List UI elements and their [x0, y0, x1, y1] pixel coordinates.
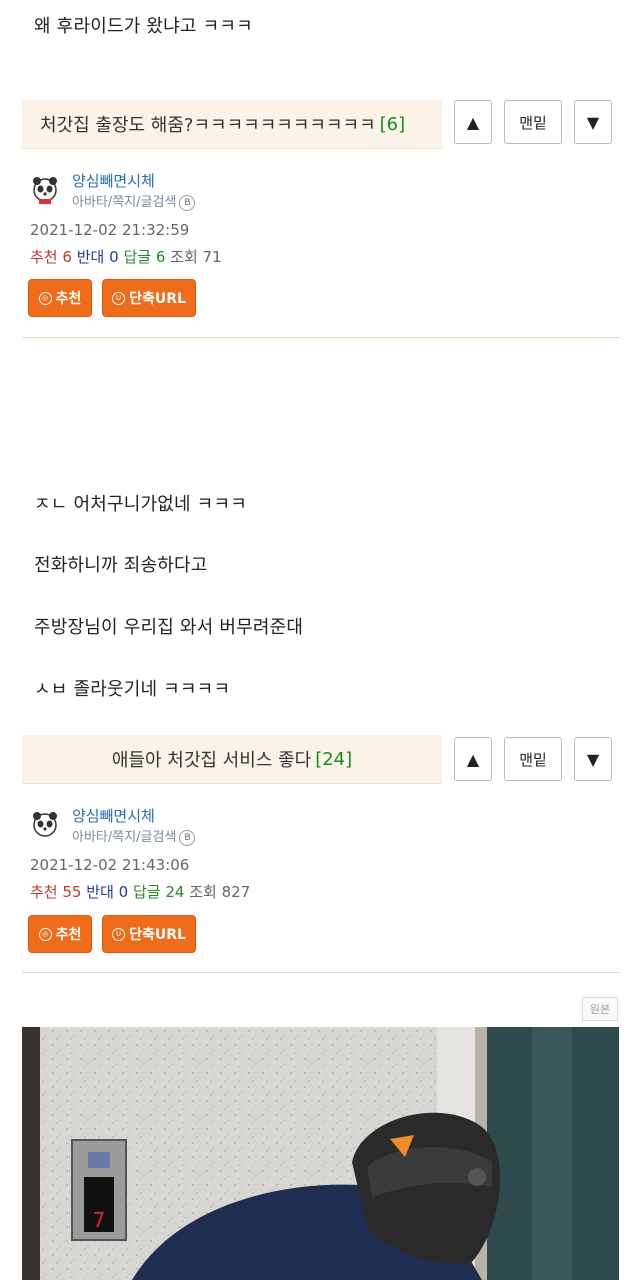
author-nickname[interactable]: 양심빼면시체 — [72, 170, 155, 191]
helmet-strap — [468, 1168, 486, 1186]
post-text-line: 전화하니까 죄송하다고 — [34, 555, 208, 576]
recommend-button[interactable]: ◎ 추천 — [28, 915, 92, 953]
post-date: 2021-12-02 21:43:06 — [30, 856, 190, 874]
recommend-icon: ◎ — [38, 291, 52, 305]
down-arrow-icon: ▼ — [586, 112, 600, 132]
view-label: 조회 — [189, 883, 217, 901]
recommend-label: 추천 — [30, 883, 58, 901]
reply-title-bar[interactable]: 처갓집 출장도 해줌?ㅋㅋㅋㅋㅋㅋㅋㅋㅋㅋㅋ [6] — [22, 100, 442, 149]
scroll-bottom-button[interactable]: 맨밑 — [504, 737, 562, 781]
short-url-button-label: 단축URL — [129, 927, 186, 943]
post-text-line: ㅈㄴ 어처구니가없네 ㅋㅋㅋ — [34, 494, 247, 515]
reply-count: [6] — [379, 113, 406, 135]
up-arrow-icon: ▲ — [466, 112, 480, 132]
recommend-button-label: 추천 — [55, 291, 82, 307]
panda-avatar-icon[interactable] — [30, 175, 60, 205]
short-url-button[interactable]: U 단축URL — [102, 279, 196, 317]
author-sublinks[interactable]: 아바타/쪽지/글검색 — [72, 830, 176, 845]
oppose-label: 반대 — [86, 883, 114, 901]
divider — [22, 337, 620, 338]
reply-label: 답글 — [132, 883, 161, 901]
post-text-line: 왜 후라이드가 왔냐고 ㅋㅋㅋ — [34, 16, 253, 37]
panda-avatar-icon[interactable] — [30, 810, 60, 840]
recommend-icon: ◎ — [38, 927, 52, 941]
short-url-button-label: 단축URL — [129, 291, 186, 307]
author-links: 아바타/쪽지/글검색 B — [72, 191, 196, 211]
left-shadow — [22, 1027, 40, 1280]
reply-title-bar[interactable]: 애들아 처갓집 서비스 좋다 [24] — [22, 735, 442, 784]
post-text-line: 주방장님이 우리집 와서 버무려준대 — [34, 617, 304, 638]
oppose-label: 반대 — [76, 248, 105, 266]
reply-count-stat: 24 — [165, 883, 185, 901]
reply-count-stat: 6 — [155, 248, 166, 266]
author-links: 아바타/쪽지/글검색 B — [72, 826, 196, 846]
scroll-up-button[interactable]: ▲ — [454, 100, 492, 144]
recommend-button-label: 추천 — [55, 927, 82, 943]
elevator-floor-digit: 7 — [93, 1208, 105, 1232]
view-label: 조회 — [170, 248, 198, 266]
recommend-button[interactable]: ◎ 추천 — [28, 279, 92, 317]
recommend-label: 추천 — [30, 248, 58, 266]
oppose-count: 0 — [118, 883, 129, 901]
view-count: 71 — [202, 248, 222, 266]
short-url-button[interactable]: U 단축URL — [102, 915, 196, 953]
glass-reflection — [532, 1027, 572, 1280]
level-badge-icon: B — [179, 194, 196, 211]
post-photo[interactable]: 7 — [22, 1027, 619, 1280]
author-sublinks[interactable]: 아바타/쪽지/글검색 — [72, 195, 176, 210]
original-image-button[interactable]: 원본 — [582, 997, 618, 1021]
url-icon: U — [112, 927, 126, 941]
up-arrow-icon: ▲ — [466, 749, 480, 769]
post-stats: 추천 55 반대 0 답글 24 조회 827 — [30, 881, 250, 902]
reply-title: 애들아 처갓집 서비스 좋다 — [111, 750, 312, 771]
reply-count: [24] — [315, 748, 353, 770]
recommend-count: 55 — [62, 883, 82, 901]
reply-title: 처갓집 출장도 해줌?ㅋㅋㅋㅋㅋㅋㅋㅋㅋㅋㅋ — [40, 115, 376, 136]
scroll-up-button[interactable]: ▲ — [454, 737, 492, 781]
post-date: 2021-12-02 21:32:59 — [30, 221, 190, 239]
author-nickname[interactable]: 양심빼면시체 — [72, 805, 155, 826]
scroll-down-button[interactable]: ▼ — [574, 100, 612, 144]
post-stats: 추천 6 반대 0 답글 6 조회 71 — [30, 246, 222, 267]
reply-label: 답글 — [123, 248, 152, 266]
post-text-line: ㅅㅂ 졸라웃기네 ㅋㅋㅋㅋ — [34, 679, 231, 700]
scroll-down-button[interactable]: ▼ — [574, 737, 612, 781]
down-arrow-icon: ▼ — [586, 749, 600, 769]
level-badge-icon: B — [179, 829, 196, 846]
scroll-bottom-button[interactable]: 맨밑 — [504, 100, 562, 144]
elevator-label — [88, 1152, 110, 1168]
view-count: 827 — [221, 883, 251, 901]
recommend-count: 6 — [62, 248, 72, 266]
url-icon: U — [112, 291, 126, 305]
divider — [22, 972, 620, 973]
oppose-count: 0 — [109, 248, 119, 266]
